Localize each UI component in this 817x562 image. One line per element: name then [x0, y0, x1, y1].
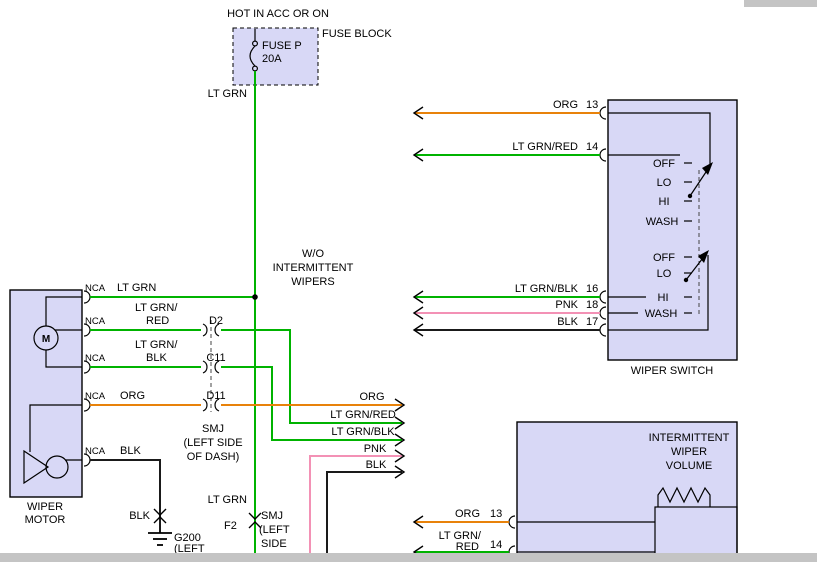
wire-label: ORG	[553, 99, 578, 111]
wire-blk	[327, 472, 402, 553]
wire-label: LT GRN/BLK	[331, 426, 395, 438]
intermittent-title: VOLUME	[666, 460, 712, 472]
group-label: W/O	[302, 248, 324, 260]
wire-label: LT GRN/	[135, 339, 178, 351]
switch-pin	[600, 324, 606, 336]
wire-label: PNK	[555, 299, 578, 311]
switch-position-label: WASH	[646, 216, 679, 228]
wiper-switch-title: WIPER SWITCH	[631, 365, 714, 377]
viewer-bottom-edge	[0, 553, 817, 562]
inline-connector-half	[203, 324, 207, 336]
intermittent-pin	[509, 516, 515, 528]
wire-label: BLK	[120, 445, 141, 457]
switch-pin	[600, 107, 606, 119]
terminal-label: NCA	[85, 353, 106, 364]
wire-label: PNK	[364, 443, 387, 455]
wire-pnk	[310, 456, 402, 553]
group-label: INTERMITTENT	[273, 262, 354, 274]
wire-blk-ground	[90, 460, 160, 533]
intermittent-title: WIPER	[671, 446, 707, 458]
switch-arm-upper-pivot	[688, 194, 692, 198]
smj-label: SMJ	[261, 510, 283, 522]
wire-label: BLK	[146, 352, 167, 364]
wiper-motor-title: WIPER	[27, 501, 63, 513]
wire-label: RED	[456, 541, 479, 553]
terminal-label: NCA	[85, 446, 106, 457]
wire-label: LT GRN	[117, 282, 156, 294]
wire-label: BLK	[366, 459, 387, 471]
switch-position-label: LO	[657, 268, 672, 280]
wiring-diagram-canvas: M	[0, 0, 817, 562]
group-label: WIPERS	[291, 276, 334, 288]
motor-symbol-letter: M	[42, 334, 50, 345]
wiring-diagram-page: M	[0, 0, 817, 562]
wire-junction-dot	[252, 294, 258, 300]
wire-label: ORG	[120, 390, 145, 402]
smj-label: (LEFT SIDE	[183, 437, 242, 449]
wire-label: RED	[146, 315, 169, 327]
pin-number: 13	[490, 508, 502, 520]
smj-label: SIDE	[261, 538, 287, 550]
smj-label: SMJ	[202, 423, 224, 435]
switch-pin	[600, 307, 606, 319]
switch-arm-lower-pivot	[684, 278, 688, 282]
wire-label: BLK	[129, 510, 150, 522]
connector-id: D2	[209, 315, 223, 327]
wiper-motor: M	[10, 290, 90, 497]
pin-number: 17	[586, 316, 598, 328]
pin-number: 18	[586, 299, 598, 311]
wire-label: LT GRN/BLK	[515, 283, 579, 295]
switch-pin	[600, 291, 606, 303]
fuse-name: FUSE P	[262, 40, 302, 52]
wire-label: LT GRN/	[135, 302, 178, 314]
connector-id: D11	[206, 390, 225, 402]
wire-label: BLK	[557, 316, 578, 328]
fuse-block-title: FUSE BLOCK	[322, 28, 392, 40]
switch-position-label: OFF	[653, 252, 675, 264]
wire-label: LT GRN/RED	[512, 141, 578, 153]
wire-label: ORG	[455, 508, 480, 520]
switch-position-label: WASH	[645, 308, 678, 320]
pin-number: 14	[586, 141, 598, 153]
switch-position-label: LO	[657, 177, 672, 189]
terminal-label: NCA	[85, 316, 106, 327]
wire-label: LT GRN	[208, 88, 247, 100]
smj-label: OF DASH)	[187, 451, 240, 463]
intermittent-title: INTERMITTENT	[649, 432, 730, 444]
pin-number: 14	[490, 539, 502, 551]
wire-label: LT GRN/RED	[330, 409, 396, 421]
fuse-rating: 20A	[262, 53, 282, 65]
wire-label: ORG	[359, 391, 384, 403]
hot-feed-label: HOT IN ACC OR ON	[227, 8, 329, 20]
switch-position-label: OFF	[653, 158, 675, 170]
wiper-motor-title: MOTOR	[25, 514, 66, 526]
terminal-label: NCA	[85, 283, 106, 294]
switch-pin	[600, 149, 606, 161]
smj-label: (LEFT	[259, 524, 290, 536]
switch-position-label: HI	[659, 196, 670, 208]
pin-number: 16	[586, 283, 598, 295]
wiper-switch	[600, 100, 737, 360]
switch-position-label: HI	[658, 292, 669, 304]
pin-number: 13	[586, 99, 598, 111]
connector-id: F2	[224, 520, 237, 532]
wiper-switch-box	[608, 100, 737, 360]
wire-label: LT GRN	[208, 494, 247, 506]
connector-id: C11	[206, 352, 225, 364]
viewer-top-right-edge	[744, 0, 817, 7]
terminal-label: NCA	[85, 391, 106, 402]
